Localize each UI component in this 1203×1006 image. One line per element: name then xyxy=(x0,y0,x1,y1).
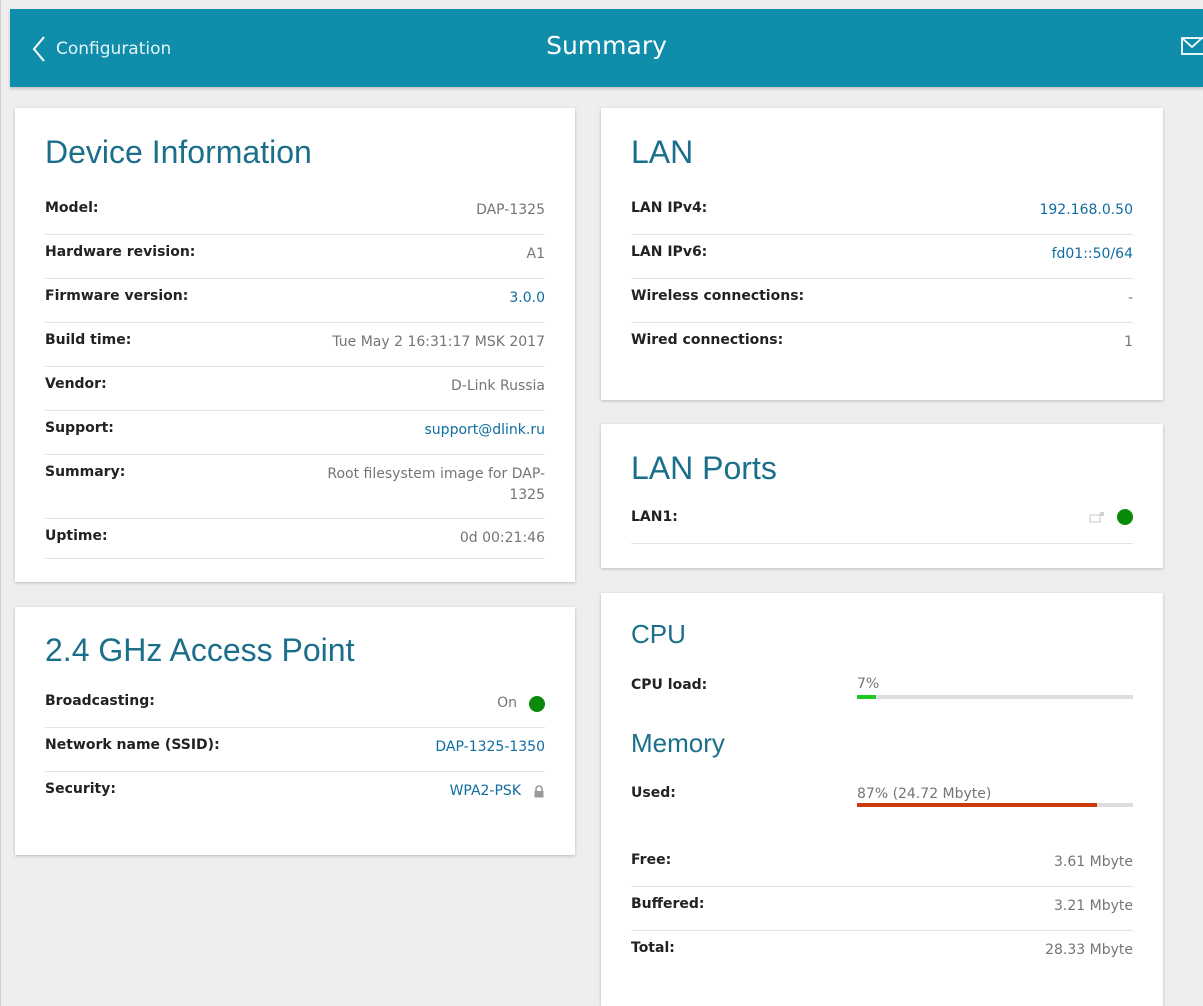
wired-connections-label: Wired connections: xyxy=(631,332,784,348)
broadcasting-status: On xyxy=(497,684,545,714)
cpu-load-bar-fill xyxy=(857,695,877,699)
memory-title: Memory xyxy=(631,728,725,758)
broadcasting-value: On xyxy=(497,695,517,711)
hardware-revision-value: A1 xyxy=(526,246,545,262)
cpu-load-value: 7% xyxy=(857,676,880,692)
cpu-load-label: CPU load: xyxy=(631,677,708,693)
memory-buffered-label: Buffered: xyxy=(631,896,705,912)
memory-total-label: Total: xyxy=(631,940,675,956)
wireless-connections-label: Wireless connections: xyxy=(631,288,805,304)
info-row-uptime: Uptime: 0d 00:21:46 xyxy=(45,519,545,559)
firmware-version-label: Firmware version: xyxy=(45,288,189,304)
lan-ipv6-link[interactable]: fd01::50/64 xyxy=(1052,235,1133,265)
vendor-value: D-Link Russia xyxy=(451,378,545,394)
page-title: Summary xyxy=(546,31,667,60)
memory-buffered-value: 3.21 Mbyte xyxy=(1054,898,1133,914)
status-on-indicator xyxy=(529,695,545,712)
hardware-revision-label: Hardware revision: xyxy=(45,244,196,260)
device-information-title: Device Information xyxy=(45,134,312,170)
support-label: Support: xyxy=(45,420,114,436)
lan-row-wireless-connections: Wireless connections: - xyxy=(631,279,1133,323)
lan1-status xyxy=(1089,500,1133,525)
lan-ports-card: LAN Ports LAN1: xyxy=(601,424,1163,568)
ethernet-port-icon xyxy=(1089,512,1104,523)
memory-free-label: Free: xyxy=(631,852,672,868)
info-row-support: Support: support@dlink.ru xyxy=(45,411,545,455)
access-point-card: 2.4 GHz Access Point Broadcasting: On Ne… xyxy=(15,607,575,855)
access-point-title: 2.4 GHz Access Point xyxy=(45,632,355,668)
lan-row-wired-connections: Wired connections: 1 xyxy=(631,323,1133,367)
cpu-load-bar xyxy=(857,695,1133,699)
lock-icon xyxy=(534,785,544,798)
memory-used-label: Used: xyxy=(631,785,676,801)
vendor-label: Vendor: xyxy=(45,376,107,392)
broadcasting-label: Broadcasting: xyxy=(45,693,155,709)
security-label: Security: xyxy=(45,781,116,797)
memory-used-bar xyxy=(857,803,1133,807)
build-time-label: Build time: xyxy=(45,332,132,348)
model-label: Model: xyxy=(45,200,99,216)
info-row-hardware-revision: Hardware revision: A1 xyxy=(45,235,545,279)
lan-ipv4-link[interactable]: 192.168.0.50 xyxy=(1039,191,1133,221)
lan1-label: LAN1: xyxy=(631,509,678,525)
info-row-summary: Summary: Root filesystem image for DAP-1… xyxy=(45,455,545,519)
model-value: DAP-1325 xyxy=(476,202,545,218)
uptime-label: Uptime: xyxy=(45,528,108,544)
info-row-firmware-version: Firmware version: 3.0.0 xyxy=(45,279,545,323)
lan-row-ipv6: LAN IPv6: fd01::50/64 xyxy=(631,235,1133,279)
security-status: WPA2-PSK xyxy=(450,772,545,802)
window-edge-left xyxy=(0,0,1,1006)
ssid-link[interactable]: DAP-1325-1350 xyxy=(435,728,545,758)
ap-row-ssid: Network name (SSID): DAP-1325-1350 xyxy=(45,728,545,772)
memory-total-value: 28.33 Mbyte xyxy=(1045,942,1133,958)
cpu-memory-card: CPU CPU load: 7% Memory Used: 87% (24.72… xyxy=(601,593,1163,1006)
lan-card: LAN LAN IPv4: 192.168.0.50 LAN IPv6: fd0… xyxy=(601,108,1163,400)
device-information-card: Device Information Model: DAP-1325 Hardw… xyxy=(15,108,575,582)
build-time-value: Tue May 2 16:31:17 MSK 2017 xyxy=(332,334,545,350)
memory-row-buffered: Buffered: 3.21 Mbyte xyxy=(631,887,1133,931)
info-row-model: Model: DAP-1325 xyxy=(45,191,545,235)
lan-ports-title: LAN Ports xyxy=(631,450,777,486)
uptime-value: 0d 00:21:46 xyxy=(459,530,545,546)
security-link[interactable]: WPA2-PSK xyxy=(450,781,521,802)
ssid-label: Network name (SSID): xyxy=(45,737,220,753)
memory-row-free: Free: 3.61 Mbyte xyxy=(631,843,1133,887)
lan1-link-indicator xyxy=(1117,509,1133,525)
memory-row-total: Total: 28.33 Mbyte xyxy=(631,931,1133,975)
support-email-link[interactable]: support@dlink.ru xyxy=(425,411,545,441)
cpu-title: CPU xyxy=(631,619,686,649)
summary-value: Root filesystem image for DAP-1325 xyxy=(327,466,545,503)
memory-free-value: 3.61 Mbyte xyxy=(1054,854,1133,870)
memory-used-value: 87% (24.72 Mbyte) xyxy=(857,786,992,802)
lan-port-row-lan1: LAN1: xyxy=(631,500,1133,544)
lan-ipv6-label: LAN IPv6: xyxy=(631,244,708,260)
info-row-vendor: Vendor: D-Link Russia xyxy=(45,367,545,411)
lan-title: LAN xyxy=(631,134,694,170)
summary-label: Summary: xyxy=(45,464,126,480)
memory-used-bar-fill xyxy=(857,803,1098,807)
info-row-build-time: Build time: Tue May 2 16:31:17 MSK 2017 xyxy=(45,323,545,367)
wired-connections-value: 1 xyxy=(1124,334,1133,350)
wireless-connections-value: - xyxy=(1127,290,1133,306)
lan-row-ipv4: LAN IPv4: 192.168.0.50 xyxy=(631,191,1133,235)
mail-icon[interactable] xyxy=(1181,37,1203,55)
ap-row-security: Security: WPA2-PSK xyxy=(45,772,545,816)
lan-ipv4-label: LAN IPv4: xyxy=(631,200,708,216)
firmware-version-link[interactable]: 3.0.0 xyxy=(509,279,545,309)
header-bar: Configuration Summary xyxy=(10,9,1203,87)
ap-row-broadcasting: Broadcasting: On xyxy=(45,684,545,728)
